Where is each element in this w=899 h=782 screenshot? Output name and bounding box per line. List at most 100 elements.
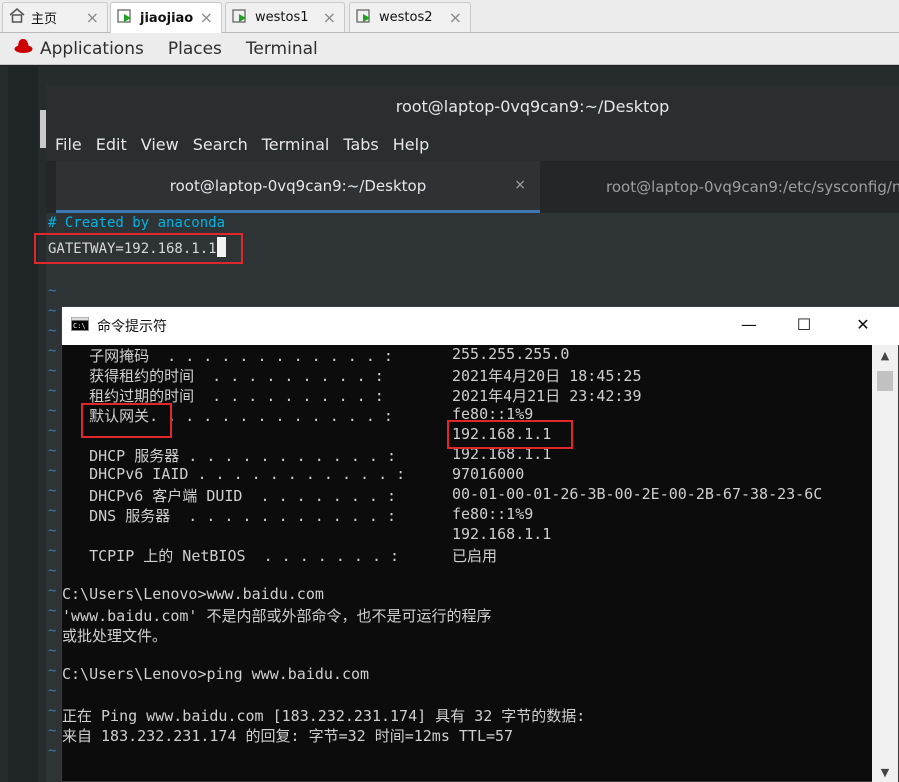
close-icon[interactable]: ×	[514, 177, 526, 193]
editor-comment-line: # Created by anaconda	[48, 215, 226, 231]
vm-tab-jiaojiao[interactable]: jiaojiao ×	[110, 2, 222, 33]
ipconfig-row-value: 2021年4月20日 18:45:25	[452, 367, 642, 385]
empty-line-tilde: ~	[48, 563, 57, 579]
cmd-ping-line: 正在 Ping www.baidu.com [183.232.231.174] …	[62, 707, 586, 725]
maximize-button[interactable]: ☐	[793, 315, 815, 334]
empty-line-tilde: ~	[48, 383, 57, 399]
vm-tab-home[interactable]: 主页 ×	[2, 2, 108, 32]
redhat-logo-icon	[14, 38, 33, 59]
menu-terminal[interactable]: Terminal	[262, 135, 330, 154]
cmd-prompt-line: C:\Users\Lenovo>ping www.baidu.com	[62, 665, 370, 683]
ipconfig-row-label: DHCPv6 IAID . . . . . . . . . . . :	[62, 465, 406, 483]
empty-line-tilde: ~	[48, 443, 57, 459]
gateway-highlight-box	[34, 233, 243, 264]
close-icon[interactable]: ×	[449, 8, 462, 27]
close-icon[interactable]: ×	[323, 8, 336, 27]
cmd-error-line: 'www.baidu.com' 不是内部或外部命令，也不是可运行的程序	[62, 607, 492, 625]
menu-edit[interactable]: Edit	[96, 135, 127, 154]
terminal-tab-label: root@laptop-0vq9can9:~/Desktop	[169, 176, 427, 195]
empty-line-tilde: ~	[48, 403, 57, 419]
ipconfig-row-label: TCPIP 上的 NetBIOS . . . . . . . :	[62, 547, 400, 565]
ipconfig-row-value: 已启用	[452, 547, 498, 565]
empty-line-tilde: ~	[48, 723, 57, 739]
svg-text:C:\: C:\	[73, 322, 86, 330]
close-icon[interactable]: ×	[86, 8, 99, 27]
empty-line-tilde: ~	[48, 303, 57, 319]
empty-line-tilde: ~	[48, 283, 57, 299]
default-gateway-label-highlight	[81, 403, 172, 438]
ipconfig-row-value: 2021年4月21日 23:42:39	[452, 387, 642, 405]
close-button[interactable]: ✕	[852, 315, 874, 334]
empty-line-tilde: ~	[48, 623, 57, 639]
ipconfig-row-label: 获得租约的时间 . . . . . . . . . :	[62, 367, 384, 385]
gateway-ip-highlight	[447, 420, 573, 449]
vm-tab-westos1[interactable]: westos1 ×	[225, 2, 345, 32]
cmd-console[interactable]: 子网掩码 . . . . . . . . . . . . : 255.255.2…	[62, 345, 873, 782]
empty-line-tilde: ~	[48, 343, 57, 359]
cmd-prompt-line: C:\Users\Lenovo>www.baidu.com	[62, 585, 324, 603]
scroll-thumb[interactable]	[877, 371, 893, 391]
cmd-window: C:\ 命令提示符 — ☐ ✕ 子网掩码 . . . . . . . . . .…	[61, 306, 899, 782]
menu-help[interactable]: Help	[393, 135, 429, 154]
empty-line-tilde: ~	[48, 503, 57, 519]
menu-tabs[interactable]: Tabs	[343, 135, 378, 154]
home-icon	[9, 8, 25, 27]
empty-line-tilde: ~	[48, 543, 57, 559]
cmd-error-line: 或批处理文件。	[62, 627, 168, 645]
cmd-ping-reply-line: 来自 183.232.231.174 的回复: 字节=32 时间=12ms TT…	[62, 727, 514, 745]
ipconfig-row-label: 子网掩码 . . . . . . . . . . . . :	[62, 347, 393, 365]
empty-line-tilde: ~	[48, 363, 57, 379]
vm-tab-label: jiaojiao	[140, 10, 194, 26]
background-window-edge	[8, 66, 38, 782]
vm-running-icon	[356, 8, 373, 28]
menu-file[interactable]: File	[55, 135, 82, 154]
empty-line-tilde: ~	[48, 603, 57, 619]
ipconfig-row-label: DHCP 服务器 . . . . . . . . . . . :	[62, 447, 396, 465]
ipconfig-row-value: fe80::1%9	[452, 505, 534, 523]
terminal-title: root@laptop-0vq9can9:~/Desktop	[46, 85, 899, 127]
ipconfig-row-value: 97016000	[452, 465, 525, 483]
vm-running-icon	[232, 8, 249, 28]
terminal-tab-desktop[interactable]: root@laptop-0vq9can9:~/Desktop ×	[56, 161, 540, 213]
cmd-scrollbar[interactable]: ▲ ▼	[872, 345, 898, 782]
terminal-app-menu[interactable]: Terminal	[246, 39, 318, 59]
empty-line-tilde: ~	[48, 583, 57, 599]
ipconfig-row-label: DHCPv6 客户端 DUID . . . . . . . :	[62, 487, 396, 505]
empty-line-tilde: ~	[48, 523, 57, 539]
terminal-tab-bar: root@laptop-0vq9can9:~/Desktop × root@la…	[46, 161, 899, 213]
places-menu[interactable]: Places	[168, 39, 222, 59]
close-icon[interactable]: ×	[200, 8, 213, 27]
empty-line-tilde: ~	[48, 663, 57, 679]
empty-line-tilde: ~	[48, 483, 57, 499]
menu-search[interactable]: Search	[193, 135, 248, 154]
terminal-tab-label: root@laptop-0vq9can9:/etc/sysconfig/netw	[606, 178, 899, 196]
ipconfig-row-value: 255.255.255.0	[452, 345, 570, 363]
vm-tab-label: westos2	[379, 10, 433, 25]
vm-tab-label: westos1	[255, 10, 309, 25]
cmd-icon: C:\	[71, 317, 89, 335]
terminal-tab-sysconfig[interactable]: root@laptop-0vq9can9:/etc/sysconfig/netw	[606, 161, 899, 213]
terminal-menubar: File Edit View Search Terminal Tabs Help	[46, 127, 899, 161]
cmd-title-text: 命令提示符	[97, 319, 167, 335]
menu-view[interactable]: View	[141, 135, 179, 154]
vm-tab-label: 主页	[31, 12, 58, 27]
empty-line-tilde: ~	[48, 683, 57, 699]
empty-line-tilde: ~	[48, 323, 57, 339]
empty-line-tilde: ~	[48, 743, 57, 759]
empty-line-tilde: ~	[48, 463, 57, 479]
applications-menu[interactable]: Applications	[40, 39, 144, 59]
scroll-up-icon[interactable]: ▲	[872, 349, 898, 362]
cmd-titlebar: C:\ 命令提示符 — ☐ ✕	[62, 307, 899, 345]
scroll-down-icon[interactable]: ▼	[872, 766, 898, 779]
vm-running-icon	[117, 8, 134, 28]
vm-tab-westos2[interactable]: westos2 ×	[349, 2, 471, 32]
gnome-top-bar: Applications Places Terminal	[0, 33, 899, 65]
vm-tab-strip: 主页 × jiaojiao × westos1 × westos2 ×	[0, 0, 899, 33]
empty-line-tilde: ~	[48, 423, 57, 439]
empty-line-tilde: ~	[48, 643, 57, 659]
ipconfig-row-value: 00-01-00-01-26-3B-00-2E-00-2B-67-38-23-6…	[452, 485, 823, 503]
ipconfig-row-value: 192.168.1.1	[452, 525, 552, 543]
empty-line-tilde: ~	[48, 703, 57, 719]
ipconfig-row-label: DNS 服务器 . . . . . . . . . . . :	[62, 507, 396, 525]
minimize-button[interactable]: —	[738, 315, 760, 334]
